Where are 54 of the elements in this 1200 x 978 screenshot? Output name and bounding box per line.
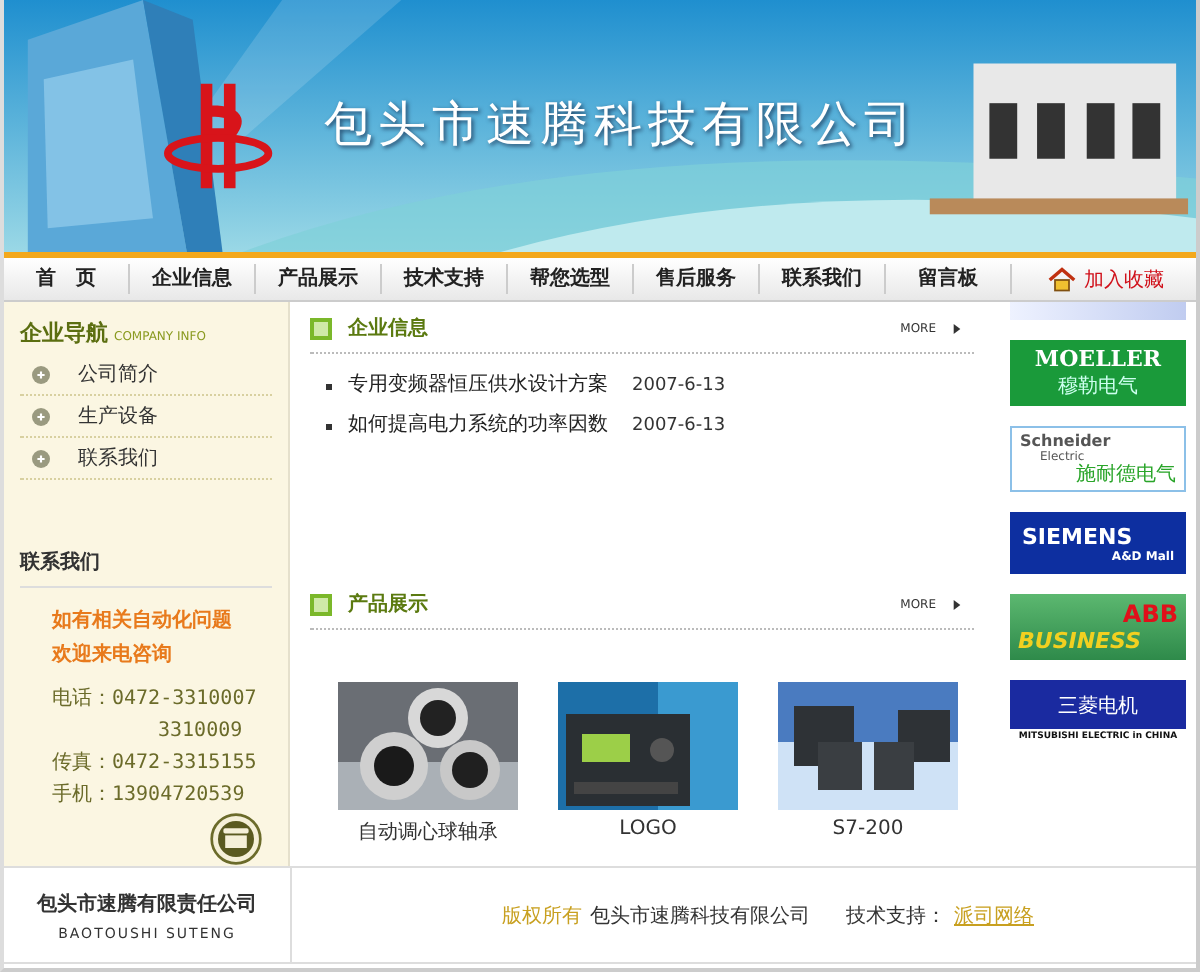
nav-link[interactable]: 企业信息 — [130, 264, 256, 294]
news-link[interactable]: 专用变频器恒压供水设计方案 — [348, 366, 608, 406]
contact-text: 传真：0472-3315155 — [52, 749, 259, 778]
plus-circle-icon — [32, 407, 50, 425]
news-date: 2007-6-13 — [632, 374, 726, 400]
sidebar-link[interactable]: 生产设备 — [78, 402, 158, 430]
plus-circle-icon — [32, 365, 50, 383]
nav-link[interactable]: 售后服务 — [634, 264, 760, 294]
arrow-icon — [952, 323, 962, 333]
contact-text: 电话：0472-3310007 — [52, 685, 259, 714]
section-title: 产品展示 — [348, 591, 430, 618]
product-name: S7-200 — [832, 818, 904, 840]
sidebar-link[interactable]: 公司简介 — [78, 360, 158, 388]
brand-banner[interactable] — [1010, 302, 1186, 320]
nav-link[interactable]: 帮您选型 — [508, 264, 634, 294]
plus-circle-icon — [32, 449, 50, 467]
brand-name: SIEMENS — [1022, 523, 1135, 549]
nav-link[interactable]: 首 页 — [4, 264, 130, 294]
square-icon — [310, 317, 332, 339]
nav-link[interactable]: 技术支持 — [382, 264, 508, 294]
house-icon — [1048, 265, 1076, 293]
nav-link[interactable]: 产品展示 — [256, 264, 382, 294]
contact-text: 3310009 — [156, 718, 245, 746]
arrow-icon — [952, 599, 962, 609]
brand-subtitle: BUSINESS — [1018, 627, 1144, 653]
news-date: 2007-6-13 — [632, 414, 726, 440]
site-title: 包头市速腾科技有限公司 — [324, 94, 918, 156]
nav-link[interactable]: 联系我们 — [760, 264, 886, 294]
nav-link[interactable]: 留言板 — [886, 264, 1012, 294]
support-label: 技术支持： — [846, 903, 946, 929]
brand-subtitle: 施耐德电气 — [1076, 463, 1176, 487]
square-icon — [310, 593, 332, 615]
brand-subtitle: 穆勒电气 — [1058, 373, 1138, 400]
news-link[interactable]: 如何提高电力系统的功率因数 — [348, 406, 608, 446]
sidebar-link[interactable]: 联系我们 — [78, 444, 158, 472]
slogan-text: 如有相关自动化问题 — [52, 607, 234, 636]
brand-banner[interactable]: MOELLER 穆勒电气 — [1010, 340, 1186, 406]
brand-name: Schneider — [1020, 431, 1113, 449]
brand-name: ABB — [1122, 601, 1178, 627]
sidebar-title: 企业导航 — [20, 318, 108, 348]
contact-text: 手机：13904720539 — [52, 781, 247, 810]
product-name: LOGO — [619, 818, 677, 840]
contact-title: 联系我们 — [20, 548, 272, 588]
product-name: 自动调心球轴承 — [358, 819, 498, 846]
section-title: 企业信息 — [348, 315, 430, 342]
slogan-text: 欢迎来电咨询 — [52, 640, 174, 670]
brand-name: 三菱电机 — [1058, 693, 1138, 722]
copyright-label: 版权所有 — [502, 903, 582, 929]
copyright-owner: 包头市速腾科技有限公司 — [590, 903, 810, 929]
bullet-icon — [326, 423, 332, 429]
company-name: 包头市速腾有限责任公司 — [37, 890, 257, 917]
brand-name: MOELLER — [1034, 346, 1162, 372]
bullet-icon — [326, 383, 332, 389]
favorite-link[interactable]: 加入收藏 — [1084, 265, 1164, 293]
